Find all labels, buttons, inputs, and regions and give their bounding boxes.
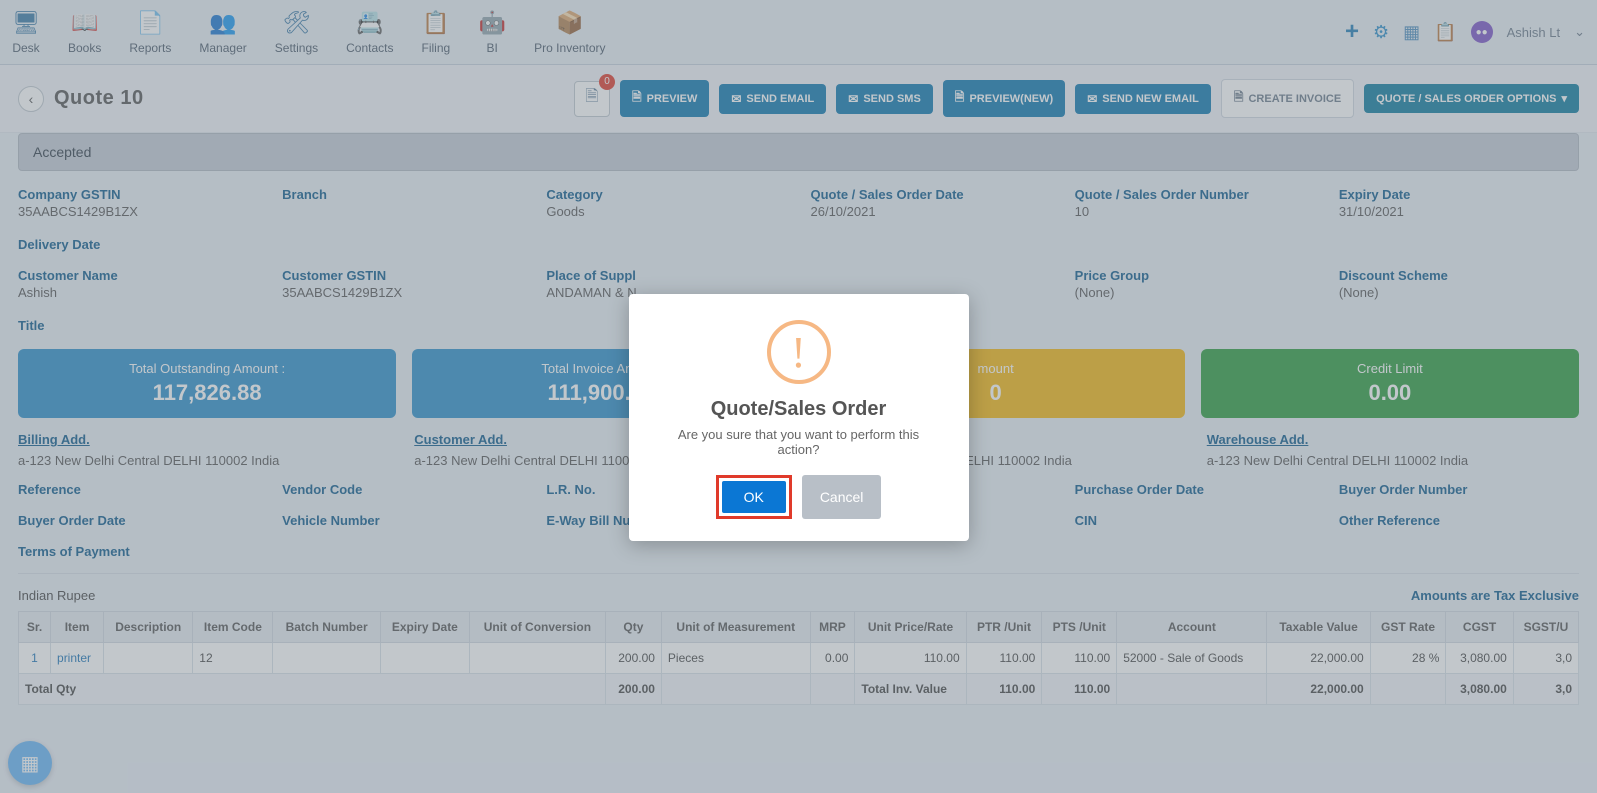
cancel-button[interactable]: Cancel bbox=[802, 475, 882, 519]
ok-highlight: OK bbox=[716, 475, 792, 519]
exclamation-icon: ! bbox=[767, 320, 831, 384]
modal-title: Quote/Sales Order bbox=[657, 398, 941, 421]
confirm-modal: ! Quote/Sales Order Are you sure that yo… bbox=[629, 294, 969, 541]
ok-button[interactable]: OK bbox=[722, 481, 786, 513]
modal-message: Are you sure that you want to perform th… bbox=[657, 427, 941, 457]
modal-buttons: OK Cancel bbox=[657, 475, 941, 519]
